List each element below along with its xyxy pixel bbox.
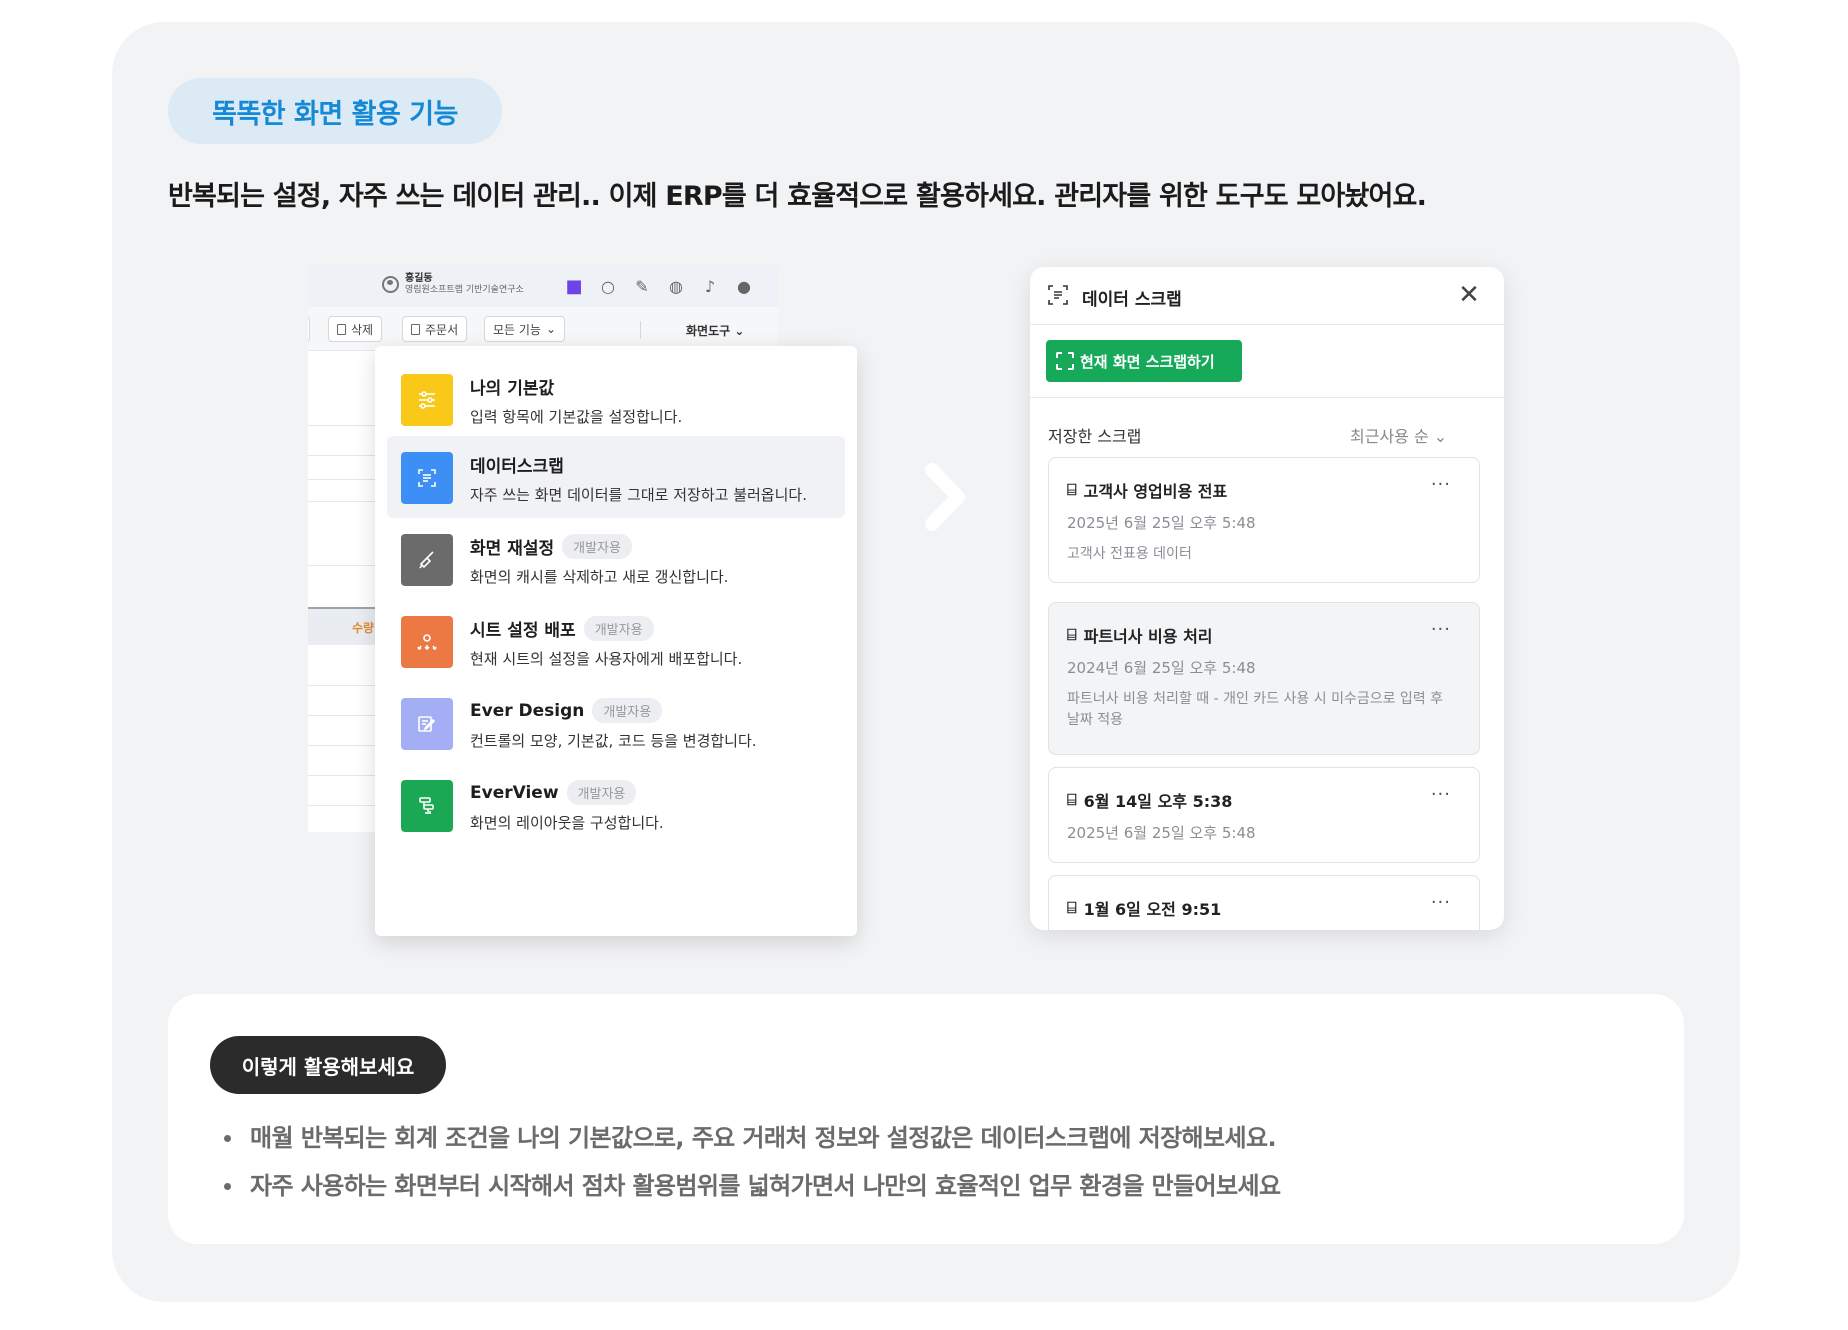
- panel-header: 데이터 스크랩 ✕: [1030, 267, 1504, 325]
- scrap-icon: [401, 452, 453, 504]
- menu-item-ever-design[interactable]: Ever Design 개발자용 컨트롤의 모양, 기본값, 코드 등을 변경합니…: [387, 682, 845, 764]
- delete-button[interactable]: 삭제: [328, 316, 383, 342]
- menu-item-title: 나의 기본값: [470, 379, 555, 399]
- scrap-item[interactable]: ⌸ 6월 14일 오후 5:38 ··· 2025년 6월 25일 오후 5:48: [1048, 767, 1480, 863]
- doc-icon: [411, 323, 420, 335]
- scrap-date: 2024년 6월 25일 오후 5:48: [1067, 659, 1256, 677]
- menu-item-everview[interactable]: EverView 개발자용 화면의 레이아웃을 구성합니다.: [387, 764, 845, 846]
- scrap-date: 2025년 6월 25일 오후 5:48: [1067, 514, 1256, 532]
- dev-tag: 개발자용: [583, 616, 654, 641]
- chevron-right-icon: [925, 463, 965, 531]
- more-icon[interactable]: ···: [1431, 784, 1451, 805]
- menu-item-title: Ever Design 개발자용: [470, 698, 663, 723]
- design-icon: [401, 698, 453, 750]
- capture-label: 현재 화면 스크랩하기: [1080, 352, 1215, 371]
- delete-label: 삭제: [351, 322, 374, 337]
- feature-card: 똑똑한 화면 활용 기능 반복되는 설정, 자주 쓰는 데이터 관리.. 이제 …: [112, 22, 1740, 1302]
- help-icon[interactable]: ●: [733, 275, 755, 297]
- distribute-icon: [401, 616, 453, 668]
- scrap-icon: ⌸: [1067, 790, 1077, 809]
- layout-icon: [401, 780, 453, 832]
- menu-item-title: 데이터스크랩: [470, 457, 564, 477]
- chevron-down-icon: ⌄: [1433, 427, 1448, 446]
- scrap-desc: 고객사 전표용 데이터: [1067, 546, 1192, 562]
- globe-icon[interactable]: ◍: [665, 275, 687, 297]
- order-label: 주문서: [425, 322, 459, 337]
- menu-item-desc: 화면의 캐시를 삭제하고 새로 갱신합니다.: [470, 568, 729, 586]
- edit-icon[interactable]: ✎: [631, 275, 653, 297]
- menu-item-desc: 자주 쓰는 화면 데이터를 그대로 저장하고 불러옵니다.: [470, 486, 807, 504]
- menu-item-title: 시트 설정 배포 개발자용: [470, 616, 654, 641]
- scrap-item[interactable]: ⌸ 파트너사 비용 처리 ··· 2024년 6월 25일 오후 5:48 파트너…: [1048, 602, 1480, 755]
- order-button[interactable]: 주문서: [402, 316, 468, 342]
- screen-tool-label: 화면도구: [686, 324, 731, 338]
- capture-screen-button[interactable]: 현재 화면 스크랩하기: [1046, 340, 1242, 382]
- scrap-title: 고객사 영업비용 전표: [1083, 482, 1228, 501]
- panel-title: 데이터 스크랩: [1082, 290, 1182, 310]
- chevron-down-icon: ⌄: [545, 322, 557, 336]
- capture-icon: [1056, 352, 1074, 370]
- sort-dropdown[interactable]: 최근사용 순 ⌄: [1350, 423, 1447, 447]
- menu-item-desc: 입력 항목에 기본값을 설정합니다.: [470, 408, 683, 426]
- dev-tag: 개발자용: [562, 534, 632, 559]
- search-icon[interactable]: ○: [597, 275, 619, 297]
- all-features-label: 모든 기능: [493, 322, 541, 337]
- menu-item-desc: 화면의 레이아웃을 구성합니다.: [470, 814, 664, 832]
- feature-pill: 똑똑한 화면 활용 기능: [168, 78, 502, 144]
- scrap-desc: 파트너사 비용 처리할 때 - 개인 카드 사용 시 미수금으로 입력 후 날짜…: [1067, 691, 1444, 728]
- more-icon[interactable]: ···: [1431, 619, 1451, 640]
- saved-scraps-label: 저장한 스크랩: [1048, 427, 1142, 446]
- chevron-down-icon: ⌄: [734, 324, 745, 338]
- erp-toolbar: 삭제 주문서 모든 기능 ⌄ 화면도구 ⌄: [308, 307, 778, 351]
- page-subtitle: 반복되는 설정, 자주 쓰는 데이터 관리.. 이제 ERP를 더 효율적으로 …: [168, 181, 1427, 212]
- divider: [640, 321, 641, 339]
- close-icon[interactable]: ✕: [1454, 280, 1484, 310]
- screen-tool-button[interactable]: 화면도구 ⌄: [686, 322, 744, 339]
- more-icon[interactable]: ···: [1431, 474, 1451, 495]
- dev-tag: 개발자용: [566, 780, 637, 805]
- menu-item-title: 화면 재설정 개발자용: [470, 534, 632, 559]
- tips-box: 이렇게 활용해보세요 매월 반복되는 회계 조건을 나의 기본값으로, 주요 거…: [168, 994, 1684, 1244]
- scrap-title: 6월 14일 오후 5:38: [1083, 792, 1233, 811]
- user-org: 영림원소프트랩 기반기술연구소: [405, 285, 524, 295]
- scrap-item[interactable]: ⌸ 고객사 영업비용 전표 ··· 2025년 6월 25일 오후 5:48 고객…: [1048, 457, 1480, 583]
- qty-column-header: 수량: [352, 621, 375, 635]
- menu-item-desc: 컨트롤의 모양, 기본값, 코드 등을 변경합니다.: [470, 732, 757, 750]
- bell-icon[interactable]: ♪: [699, 275, 721, 297]
- avatar-icon: [382, 276, 399, 293]
- tips-badge: 이렇게 활용해보세요: [210, 1036, 446, 1094]
- scrap-date: 2025년 6월 25일 오후 5:48: [1067, 824, 1256, 842]
- menu-item-sheet-distribute[interactable]: 시트 설정 배포 개발자용 현재 시트의 설정을 사용자에게 배포합니다.: [387, 600, 845, 682]
- scrap-item[interactable]: ⌸ 1월 6일 오전 9:51 ···: [1048, 875, 1480, 930]
- dev-tag: 개발자용: [592, 698, 663, 723]
- menu-item-title: EverView 개발자용: [470, 780, 637, 805]
- screen-tool-menu: 나의 기본값 입력 항목에 기본값을 설정합니다. 데이터스크랩 자주 쓰는 화…: [375, 346, 857, 936]
- all-features-button[interactable]: 모든 기능 ⌄: [484, 316, 566, 342]
- menu-item-screen-reset[interactable]: 화면 재설정 개발자용 화면의 캐시를 삭제하고 새로 갱신합니다.: [387, 518, 845, 600]
- scrap-title: 파트너사 비용 처리: [1083, 627, 1213, 646]
- scrap-icon: [1048, 285, 1068, 305]
- sort-label: 최근사용 순: [1350, 427, 1429, 446]
- scrap-icon: ⌸: [1067, 625, 1077, 644]
- data-scrap-panel: 데이터 스크랩 ✕ 현재 화면 스크랩하기 저장한 스크랩 최근사용 순 ⌄ ⌸…: [1030, 267, 1504, 930]
- list-item: 매월 반복되는 회계 조건을 나의 기본값으로, 주요 거래처 정보와 설정값은…: [224, 1114, 1280, 1162]
- divider: [1030, 397, 1504, 398]
- scrap-title: 1월 6일 오전 9:51: [1083, 900, 1222, 919]
- menu-item-data-scrap[interactable]: 데이터스크랩 자주 쓰는 화면 데이터를 그대로 저장하고 불러옵니다.: [387, 436, 845, 518]
- scrap-icon: ⌸: [1067, 480, 1077, 499]
- scrap-icon: ⌸: [1067, 898, 1077, 917]
- erp-topbar: 홍길동 영림원소프트랩 기반기술연구소 ■ ○ ✎ ◍ ♪ ●: [308, 265, 778, 307]
- menu-item-my-defaults[interactable]: 나의 기본값 입력 항목에 기본값을 설정합니다.: [387, 358, 845, 440]
- list-item: 자주 사용하는 화면부터 시작해서 점차 활용범위를 넓혀가면서 나만의 효율적…: [224, 1162, 1281, 1210]
- tips-list: 매월 반복되는 회계 조건을 나의 기본값으로, 주요 거래처 정보와 설정값은…: [224, 1114, 1281, 1210]
- meet-icon[interactable]: ■: [563, 275, 585, 297]
- sliders-icon: [401, 374, 453, 426]
- broom-icon: [401, 534, 453, 586]
- user-name: 홍길동: [405, 273, 433, 284]
- user-info[interactable]: 홍길동 영림원소프트랩 기반기술연구소: [382, 273, 524, 296]
- more-icon[interactable]: ···: [1431, 892, 1451, 913]
- prev-button[interactable]: [308, 316, 310, 342]
- menu-item-desc: 현재 시트의 설정을 사용자에게 배포합니다.: [470, 650, 743, 668]
- doc-icon: [337, 323, 346, 335]
